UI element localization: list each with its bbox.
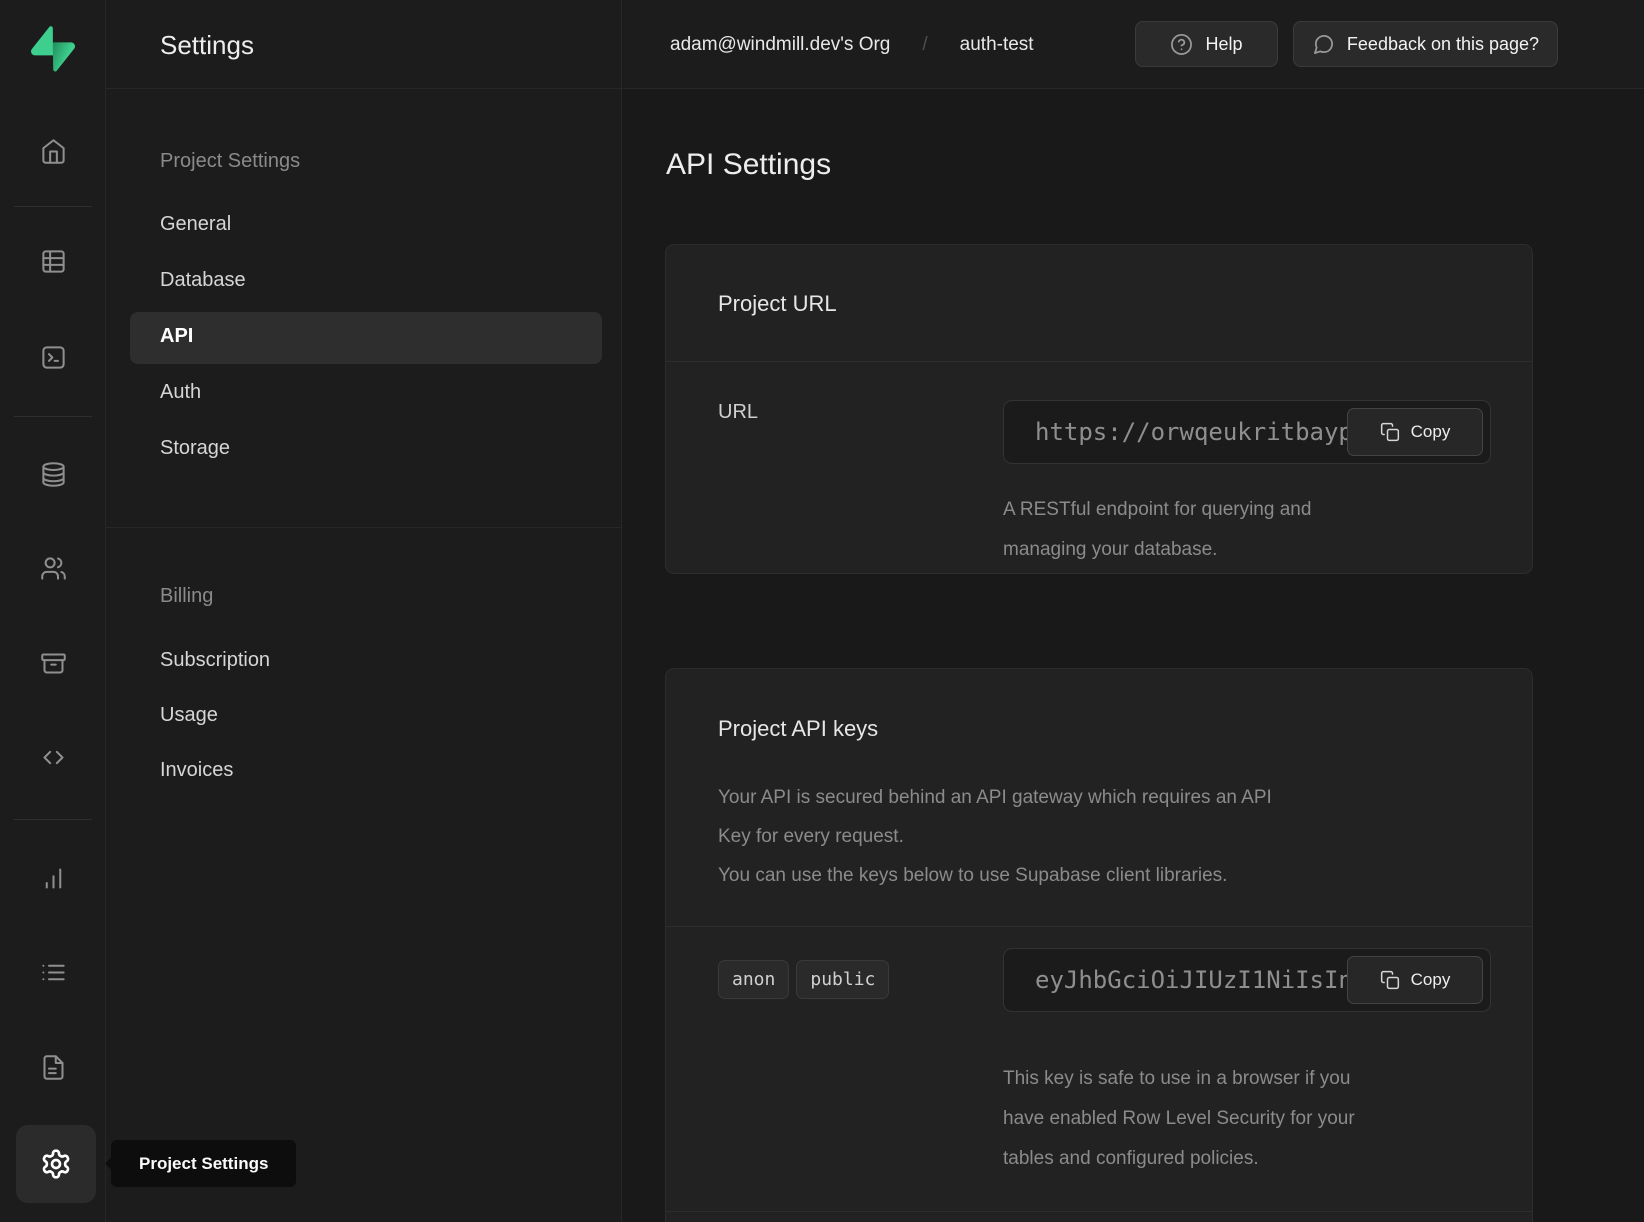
storage-icon[interactable] xyxy=(31,641,75,685)
rail-divider xyxy=(14,416,92,417)
api-keys-description: Your API is secured behind an API gatewa… xyxy=(718,778,1272,895)
sidebar-divider xyxy=(106,527,622,528)
copy-icon xyxy=(1380,970,1400,990)
api-keys-description-line: Your API is secured behind an API gatewa… xyxy=(718,778,1272,817)
sidebar-item-subscription[interactable]: Subscription xyxy=(160,649,270,672)
anon-key-note: This key is safe to use in a browser if … xyxy=(1003,1059,1355,1179)
message-bubble-icon xyxy=(1312,33,1335,56)
gear-icon xyxy=(40,1148,72,1180)
project-api-keys-card: Project API keys Your API is secured beh… xyxy=(665,668,1533,1222)
sidebar-item-database[interactable]: Database xyxy=(160,269,246,292)
help-button[interactable]: Help xyxy=(1135,21,1278,67)
sql-editor-icon[interactable] xyxy=(31,335,75,379)
copy-anon-key-label: Copy xyxy=(1411,970,1451,990)
copy-url-button[interactable]: Copy xyxy=(1347,408,1483,456)
sidebar-item-usage[interactable]: Usage xyxy=(160,704,218,727)
help-circle-icon xyxy=(1170,33,1193,56)
api-keys-description-line: You can use the keys below to use Supaba… xyxy=(718,856,1272,895)
public-badge: public xyxy=(796,960,889,999)
sidebar-item-storage[interactable]: Storage xyxy=(160,437,230,460)
anon-key-note-line: tables and configured policies. xyxy=(1003,1139,1355,1179)
anon-badge: anon xyxy=(718,960,789,999)
card-divider xyxy=(666,926,1532,927)
sidebar-title: Settings xyxy=(160,30,254,61)
project-settings-button[interactable] xyxy=(16,1125,96,1203)
copy-url-label: Copy xyxy=(1411,422,1451,442)
auth-users-icon[interactable] xyxy=(31,546,75,590)
topbar: adam@windmill.dev's Org / auth-test Help… xyxy=(622,0,1644,89)
breadcrumb: adam@windmill.dev's Org / auth-test xyxy=(670,0,1034,89)
api-keys-description-line: Key for every request. xyxy=(718,817,1272,856)
breadcrumb-separator: / xyxy=(922,34,927,56)
url-description-line: A RESTful endpoint for querying and xyxy=(1003,490,1311,530)
settings-sidebar: Settings Project Settings General Databa… xyxy=(106,0,622,1222)
anon-key-value: eyJhbGciOiJIUzI1NiIsIn xyxy=(1035,949,1353,1011)
feedback-button[interactable]: Feedback on this page? xyxy=(1293,21,1558,67)
project-url-value: https://orwqeukritbayp xyxy=(1035,401,1353,463)
breadcrumb-org[interactable]: adam@windmill.dev's Org xyxy=(670,34,890,56)
page-title: API Settings xyxy=(666,148,831,182)
feedback-label: Feedback on this page? xyxy=(1347,34,1539,55)
edge-functions-icon[interactable] xyxy=(31,735,75,779)
rail-divider xyxy=(14,819,92,820)
api-docs-icon[interactable] xyxy=(31,1045,75,1089)
project-url-card-title: Project URL xyxy=(718,291,837,317)
url-description: A RESTful endpoint for querying and mana… xyxy=(1003,490,1311,570)
project-settings-tooltip: Project Settings xyxy=(111,1140,296,1187)
database-icon[interactable] xyxy=(31,452,75,496)
icon-rail xyxy=(0,0,106,1222)
section-header-project-settings: Project Settings xyxy=(160,150,300,173)
sidebar-item-api-active[interactable]: API xyxy=(130,312,602,364)
project-url-card: Project URL URL https://orwqeukritbayp C… xyxy=(665,244,1533,574)
breadcrumb-project[interactable]: auth-test xyxy=(960,34,1034,56)
sidebar-header: Settings xyxy=(106,0,622,89)
section-header-billing: Billing xyxy=(160,585,213,608)
sidebar-item-general[interactable]: General xyxy=(160,213,231,236)
tooltip-label: Project Settings xyxy=(139,1154,268,1174)
table-editor-icon[interactable] xyxy=(31,239,75,283)
rail-divider xyxy=(14,206,92,207)
url-label: URL xyxy=(718,401,758,424)
reports-icon[interactable] xyxy=(31,856,75,900)
help-label: Help xyxy=(1205,34,1242,55)
key-badges: anon public xyxy=(718,960,889,999)
sidebar-item-invoices[interactable]: Invoices xyxy=(160,759,233,782)
copy-anon-key-button[interactable]: Copy xyxy=(1347,956,1483,1004)
home-icon[interactable] xyxy=(31,129,75,173)
logs-icon[interactable] xyxy=(31,950,75,994)
url-description-line: managing your database. xyxy=(1003,530,1311,570)
sidebar-item-auth[interactable]: Auth xyxy=(160,381,201,404)
anon-key-note-line: This key is safe to use in a browser if … xyxy=(1003,1059,1355,1099)
anon-key-note-line: have enabled Row Level Security for your xyxy=(1003,1099,1355,1139)
card-divider xyxy=(666,361,1532,362)
supabase-logo[interactable] xyxy=(31,26,75,72)
supabase-dashboard: Project Settings Settings Project Settin… xyxy=(0,0,1644,1222)
copy-icon xyxy=(1380,422,1400,442)
card-divider xyxy=(666,1211,1532,1212)
sidebar-item-api-label: API xyxy=(160,325,193,348)
api-keys-card-title: Project API keys xyxy=(718,716,878,742)
